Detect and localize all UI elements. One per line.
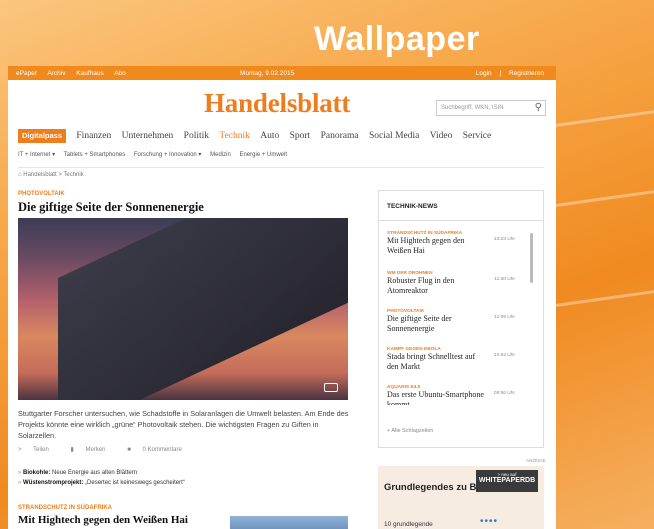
topbar-date: Montag, 9.02.2015: [240, 70, 295, 77]
comments-link[interactable]: ■ 0 Kommentare: [127, 447, 192, 453]
advertisement[interactable]: Grundlegendes zu BYOD > neu auf WHITEPAP…: [378, 466, 544, 529]
bookmark-icon: ▮: [70, 447, 76, 453]
article-image[interactable]: [18, 218, 348, 400]
technik-news-box: TECHNIK-NEWS STRANDSCHUTZ IN SÜDAFRIKA M…: [378, 190, 544, 448]
topbar-link-archiv[interactable]: Archiv: [47, 70, 65, 77]
site-logo[interactable]: Handelsblatt: [204, 88, 350, 119]
register-link[interactable]: Registrieren: [509, 70, 544, 77]
subnav-item-energie[interactable]: Energie + Umwelt: [239, 152, 287, 158]
news-item[interactable]: AQUARIS E4.5 Das erste Ubuntu-Smartphone…: [387, 385, 527, 405]
nav-item-panorama[interactable]: Panorama: [321, 129, 359, 143]
nav-item-video[interactable]: Video: [430, 129, 453, 143]
handelsblatt-page: ePaper Archiv Kaufhaus Abo Montag, 9.02.…: [8, 66, 556, 529]
wallpaper-title: Wallpaper: [314, 20, 480, 58]
article-title[interactable]: Die giftige Seite der Sonnenenergie: [18, 200, 204, 215]
news-item[interactable]: WM DER DROHNEN Robuster Flug in den Atom…: [387, 271, 527, 296]
sub-nav: IT + Internet ▾ Tablets + Smartphones Fo…: [18, 151, 294, 158]
related-link[interactable]: » Wüstenstromprojekt: „Desertec ist kein…: [18, 478, 185, 488]
main-nav: Digitalpass Finanzen Unternehmen Politik…: [18, 129, 499, 143]
article-actions: > Teilen ▮ Merken ■ 0 Kommentare: [18, 446, 202, 453]
ad-logo-dots: ••••: [480, 516, 499, 527]
subnav-item-it-internet[interactable]: IT + Internet ▾: [18, 152, 55, 158]
nav-item-social-media[interactable]: Social Media: [369, 129, 419, 143]
news-header: TECHNIK-NEWS: [379, 191, 543, 221]
related-links: » Biokohle: Neue Energie aus alten Blätt…: [18, 468, 185, 488]
nav-item-sport[interactable]: Sport: [290, 129, 311, 143]
news-item[interactable]: KAMPF GEGEN EBOLA Stada bringt Schnellte…: [387, 347, 527, 372]
nav-item-technik[interactable]: Technik: [219, 129, 249, 143]
top-bar: ePaper Archiv Kaufhaus Abo Montag, 9.02.…: [8, 66, 556, 80]
all-headlines-link[interactable]: + Alle Schlagzeilen: [387, 428, 433, 434]
nav-item-service[interactable]: Service: [463, 129, 492, 143]
search-input[interactable]: Suchbegriff, WKN, ISIN ⚲: [436, 100, 546, 116]
search-placeholder: Suchbegriff, WKN, ISIN: [441, 105, 504, 111]
nav-item-politik[interactable]: Politik: [184, 129, 209, 143]
ad-snippet: 10 grundlegende: [384, 521, 433, 528]
whitepaper-badge: > neu auf WHITEPAPERDB: [476, 470, 538, 492]
article-kicker: PHOTOVOLTAIK: [18, 191, 65, 197]
subnav-item-medizin[interactable]: Medizin: [210, 152, 231, 158]
nav-item-digitalpass[interactable]: Digitalpass: [18, 129, 67, 143]
news-scrollbar[interactable]: [530, 233, 533, 283]
login-link[interactable]: Login: [476, 70, 492, 77]
news-item[interactable]: STRANDSCHUTZ IN SÜDAFRIKA Mit Hightech g…: [387, 231, 527, 256]
topbar-link-abo[interactable]: Abo: [114, 70, 126, 77]
breadcrumb[interactable]: ⌂ Handelsblatt > Technik: [18, 167, 544, 178]
nav-item-auto[interactable]: Auto: [260, 129, 279, 143]
gallery-icon[interactable]: [324, 383, 338, 392]
comment-icon: ■: [127, 447, 133, 453]
related-link[interactable]: » Biokohle: Neue Energie aus alten Blätt…: [18, 468, 185, 478]
topbar-link-kaufhaus[interactable]: Kaufhaus: [76, 70, 103, 77]
subnav-item-forschung[interactable]: Forschung + Innovation ▾: [134, 152, 202, 158]
article2-title[interactable]: Mit Hightech gegen den Weißen Hai: [18, 514, 188, 526]
nav-item-unternehmen[interactable]: Unternehmen: [122, 129, 174, 143]
topbar-link-epaper[interactable]: ePaper: [16, 70, 37, 77]
search-icon[interactable]: ⚲: [535, 102, 542, 113]
article-lead: Stuttgarter Forscher untersuchen, wie Sc…: [18, 409, 349, 440]
share-icon: >: [18, 447, 24, 453]
nav-item-finanzen[interactable]: Finanzen: [76, 129, 111, 143]
article2-image[interactable]: [230, 516, 348, 529]
solar-roof-shape: [58, 218, 348, 400]
share-link[interactable]: > Teilen: [18, 447, 59, 453]
bookmark-link[interactable]: ▮ Merken: [71, 447, 116, 453]
article2-kicker: STRANDSCHUTZ IN SÜDAFRIKA: [18, 505, 112, 511]
news-item[interactable]: PHOTOVOLTAIK Die giftige Seite der Sonne…: [387, 309, 527, 334]
ad-label: ANZEIGE: [526, 458, 546, 463]
topbar-separator: |: [499, 70, 502, 77]
subnav-item-tablets[interactable]: Tablets + Smartphones: [64, 152, 126, 158]
